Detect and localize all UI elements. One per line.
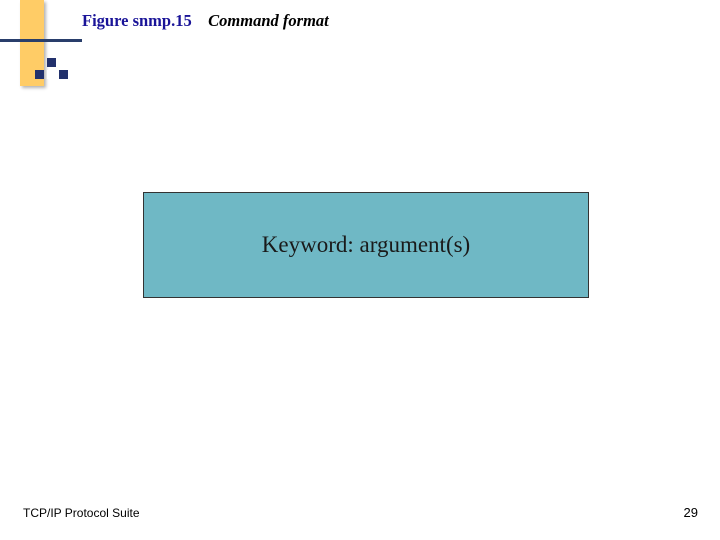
figure-description: Command format	[208, 11, 329, 30]
command-format-box: Keyword: argument(s)	[143, 192, 589, 298]
command-format-text: Keyword: argument(s)	[262, 232, 470, 258]
motif-square	[47, 70, 56, 79]
motif-vertical-stripe	[20, 0, 44, 86]
motif-square	[47, 58, 56, 67]
motif-horizontal-line	[0, 39, 82, 42]
page-number: 29	[684, 505, 698, 520]
motif-square	[35, 70, 44, 79]
motif-square-row-2	[35, 70, 71, 88]
slide: Figure snmp.15 Command format Keyword: a…	[0, 0, 720, 540]
motif-square	[59, 70, 68, 79]
footer-source: TCP/IP Protocol Suite	[23, 506, 140, 520]
slide-title: Figure snmp.15 Command format	[82, 11, 329, 31]
figure-label: Figure snmp.15	[82, 11, 192, 30]
motif-square-row-1	[47, 58, 59, 76]
